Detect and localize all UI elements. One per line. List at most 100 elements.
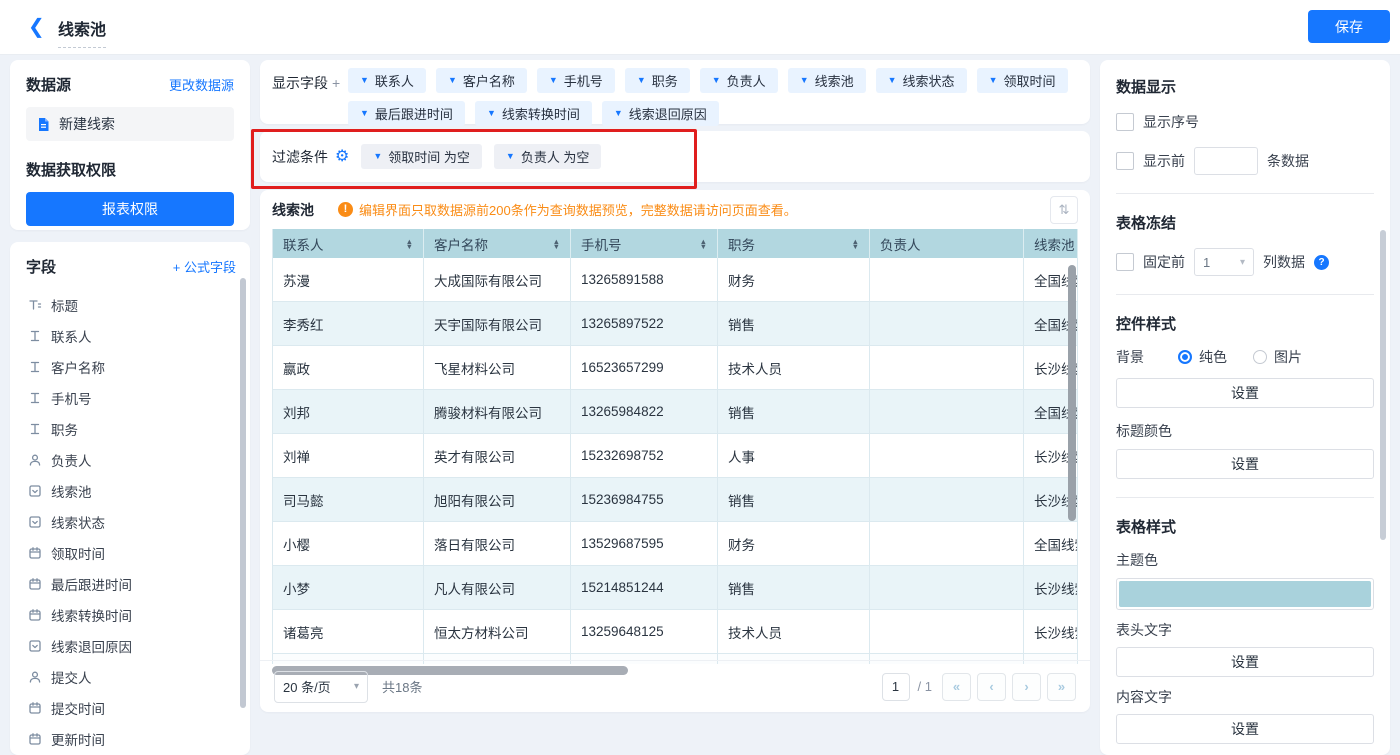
person-icon (28, 453, 42, 467)
sort-carets-icon[interactable]: ▲▼ (700, 239, 707, 249)
text-icon (28, 422, 42, 436)
display-field-chip[interactable]: ▼线索退回原因 (602, 101, 719, 126)
first-page-button[interactable]: « (942, 673, 971, 701)
show-first-checkbox[interactable] (1116, 152, 1134, 170)
display-fields-panel: 显示字段+ ▼联系人▼客户名称▼手机号▼职务▼负责人▼线索池▼线索状态▼领取时间… (260, 60, 1090, 124)
table-row: 刘邦腾骏材料有限公司13265984822销售全国线索 (273, 390, 1078, 434)
field-item[interactable]: 更新时间 (26, 723, 236, 754)
divider (1116, 497, 1374, 498)
filter-condition-chip[interactable]: ▼负责人 为空 (494, 144, 602, 169)
display-field-chip[interactable]: ▼线索转换时间 (475, 101, 592, 126)
column-header[interactable]: 手机号▲▼ (571, 229, 718, 258)
save-button[interactable]: 保存 (1308, 10, 1390, 43)
settings-scrollbar[interactable] (1380, 230, 1386, 540)
table-body: 苏漫大成国际有限公司13265891588财务全国线索李秀红天宇国际有限公司13… (273, 258, 1078, 654)
field-item[interactable]: 联系人 (26, 320, 236, 351)
display-field-chip[interactable]: ▼领取时间 (977, 68, 1068, 93)
background-set-button[interactable]: 设置 (1116, 378, 1374, 408)
chip-label: 领取时间 为空 (388, 147, 470, 166)
field-item[interactable]: 标题 (26, 289, 236, 320)
pager: 1 / 1 « ‹ › » (882, 673, 1076, 701)
freeze-checkbox[interactable] (1116, 253, 1134, 271)
display-field-chip[interactable]: ▼联系人 (348, 68, 426, 93)
help-icon[interactable]: ? (1314, 255, 1329, 270)
filter-condition-chip[interactable]: ▼领取时间 为空 (361, 144, 482, 169)
field-item[interactable]: 客户名称 (26, 351, 236, 382)
sort-carets-icon[interactable]: ▲▼ (406, 239, 413, 249)
column-header[interactable]: 负责人 (870, 229, 1024, 258)
display-field-chip[interactable]: ▼客户名称 (436, 68, 527, 93)
table-cell: 13265984822 (571, 390, 718, 433)
table-cell: 刘禅 (273, 434, 424, 477)
show-index-checkbox[interactable] (1116, 113, 1134, 131)
sort-carets-icon[interactable]: ▲▼ (553, 239, 560, 249)
field-item[interactable]: 线索退回原因 (26, 630, 236, 661)
last-page-button[interactable]: » (1047, 673, 1076, 701)
display-field-chip[interactable]: ▼职务 (625, 68, 690, 93)
field-item[interactable]: 手机号 (26, 382, 236, 413)
next-page-button[interactable]: › (1012, 673, 1041, 701)
total-pages: / 1 (918, 679, 932, 694)
gear-icon[interactable]: ⚙ (335, 149, 349, 165)
datasource-item[interactable]: 新建线索 (26, 107, 234, 141)
display-field-chip[interactable]: ▼最后跟进时间 (348, 101, 465, 126)
column-header[interactable]: 职务▲▼ (718, 229, 870, 258)
settings-panel: 数据显示 显示序号 显示前 条数据 表格冻结 固定前 1 ▾ 列数据 ? 控件样… (1100, 60, 1390, 755)
fields-scrollbar[interactable] (240, 278, 246, 708)
chip-label: 线索状态 (903, 71, 955, 90)
field-item[interactable]: 负责人 (26, 444, 236, 475)
table-cell (870, 522, 1024, 565)
header-text-set-button[interactable]: 设置 (1116, 647, 1374, 677)
fields-list: 标题联系人客户名称手机号职务负责人线索池线索状态领取时间最后跟进时间线索转换时间… (26, 289, 236, 754)
radio-selected-icon[interactable] (1178, 350, 1192, 364)
report-permission-button[interactable]: 报表权限 (26, 192, 234, 226)
table-row: 苏漫大成国际有限公司13265891588财务全国线索 (273, 258, 1078, 302)
show-first-prefix: 显示前 (1143, 151, 1185, 171)
display-field-chip[interactable]: ▼手机号 (537, 68, 615, 93)
title-color-set-button[interactable]: 设置 (1116, 449, 1374, 479)
show-first-count-input[interactable] (1194, 147, 1258, 175)
chevron-down-icon: ▼ (360, 76, 369, 85)
title-icon (28, 298, 42, 312)
page-size-value: 20 条/页 (283, 677, 331, 696)
display-field-chip[interactable]: ▼负责人 (700, 68, 778, 93)
chip-label: 最后跟进时间 (375, 104, 453, 123)
table-cell: 13529687595 (571, 522, 718, 565)
bg-solid-option[interactable]: 纯色 (1178, 347, 1227, 367)
add-formula-field-link[interactable]: + 公式字段 (173, 257, 236, 276)
radio-unselected-icon[interactable] (1253, 350, 1267, 364)
field-item[interactable]: 线索池 (26, 475, 236, 506)
filter-chips: ▼领取时间 为空 ▼负责人 为空 (361, 144, 601, 169)
sort-order-button[interactable]: ⇅ (1050, 196, 1078, 224)
divider (1116, 193, 1374, 194)
bg-image-option[interactable]: 图片 (1253, 347, 1302, 367)
add-display-field-button[interactable]: + (332, 75, 340, 91)
display-field-chip[interactable]: ▼线索池 (788, 68, 866, 93)
table-cell: 恒太方材料公司 (424, 610, 571, 653)
field-item[interactable]: 线索状态 (26, 506, 236, 537)
field-item[interactable]: 职务 (26, 413, 236, 444)
field-item[interactable]: 线索转换时间 (26, 599, 236, 630)
freeze-count-select[interactable]: 1 ▾ (1194, 248, 1254, 276)
column-header[interactable]: 联系人▲▼ (273, 229, 424, 258)
back-icon[interactable]: ❮ (28, 14, 45, 40)
theme-color-picker[interactable] (1116, 578, 1374, 610)
field-item[interactable]: 最后跟进时间 (26, 568, 236, 599)
column-header[interactable]: 客户名称▲▼ (424, 229, 571, 258)
table-vertical-scrollbar[interactable] (1068, 265, 1076, 521)
prev-page-button[interactable]: ‹ (977, 673, 1006, 701)
column-header[interactable]: 线索池 (1024, 229, 1078, 258)
sort-carets-icon[interactable]: ▲▼ (852, 239, 859, 249)
content-text-set-button[interactable]: 设置 (1116, 714, 1374, 744)
page-size-select[interactable]: 20 条/页 ▾ (274, 671, 368, 703)
table-warning: ! 编辑界面只取数据源前200条作为查询数据预览，完整数据请访问页面查看。 (338, 200, 797, 219)
field-item[interactable]: 领取时间 (26, 537, 236, 568)
table-cell: 15236984755 (571, 478, 718, 521)
display-field-chip[interactable]: ▼线索状态 (876, 68, 967, 93)
field-item[interactable]: 提交人 (26, 661, 236, 692)
current-page-input[interactable]: 1 (882, 673, 910, 701)
field-item-label: 提交时间 (51, 698, 105, 718)
show-first-suffix: 条数据 (1267, 151, 1309, 171)
change-datasource-link[interactable]: 更改数据源 (169, 75, 234, 94)
field-item[interactable]: 提交时间 (26, 692, 236, 723)
